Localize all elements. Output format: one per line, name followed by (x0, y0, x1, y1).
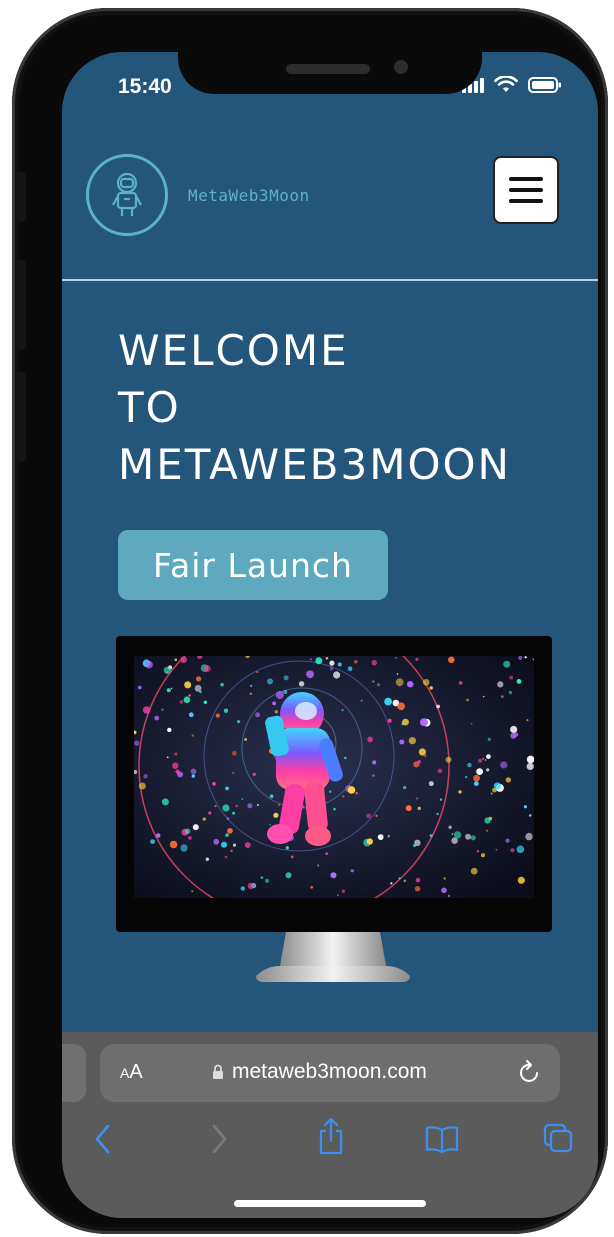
status-time: 15:40 (118, 75, 172, 98)
astronaut-space-artwork (134, 656, 534, 898)
hero-title-line: METAWEB3MOON (118, 440, 511, 489)
url-text: metaweb3moon.com (232, 1060, 427, 1083)
speaker-grille (286, 64, 370, 74)
brand-name[interactable]: MetaWeb3Moon (188, 186, 310, 205)
hamburger-menu-icon (509, 177, 543, 181)
astronaut-icon (112, 172, 142, 216)
space-scene (134, 656, 534, 898)
reload-icon[interactable] (518, 1059, 542, 1085)
silent-switch (16, 172, 26, 222)
hero-title: WELCOME TO METAWEB3MOON (118, 322, 511, 493)
monitor-illustration (116, 636, 552, 932)
hero-title-line: WELCOME (118, 326, 349, 375)
screen: 15:40 MetaWeb3Moon WELCOME TO METAWEB3MO… (62, 52, 598, 1218)
text-size-button[interactable]: AA (120, 1061, 143, 1084)
hero-title-line: TO (118, 383, 181, 432)
notch (178, 40, 482, 94)
address-bar[interactable]: AA metaweb3moon.com (100, 1044, 560, 1102)
battery-icon (528, 77, 561, 93)
forward-icon[interactable] (208, 1122, 230, 1156)
previous-tab[interactable] (62, 1044, 86, 1102)
home-indicator[interactable] (234, 1200, 426, 1207)
fair-launch-button[interactable]: Fair Launch (118, 530, 388, 600)
tabs-icon[interactable] (542, 1122, 574, 1154)
bookmarks-icon[interactable] (424, 1124, 460, 1154)
browser-toolbar (62, 1117, 598, 1162)
header-divider (62, 279, 598, 281)
lock-icon (213, 1064, 223, 1079)
monitor-stand (256, 932, 410, 982)
back-icon[interactable] (92, 1122, 114, 1156)
volume-down-button (16, 372, 26, 462)
menu-button[interactable] (493, 156, 559, 224)
front-camera (394, 60, 408, 74)
share-icon[interactable] (316, 1116, 346, 1156)
volume-up-button (16, 260, 26, 350)
wifi-icon (494, 76, 518, 92)
site-logo[interactable] (86, 154, 168, 236)
phone-frame: 15:40 MetaWeb3Moon WELCOME TO METAWEB3MO… (12, 8, 608, 1234)
browser-bar: AA metaweb3moon.com (62, 1032, 598, 1218)
status-icons (462, 76, 562, 94)
